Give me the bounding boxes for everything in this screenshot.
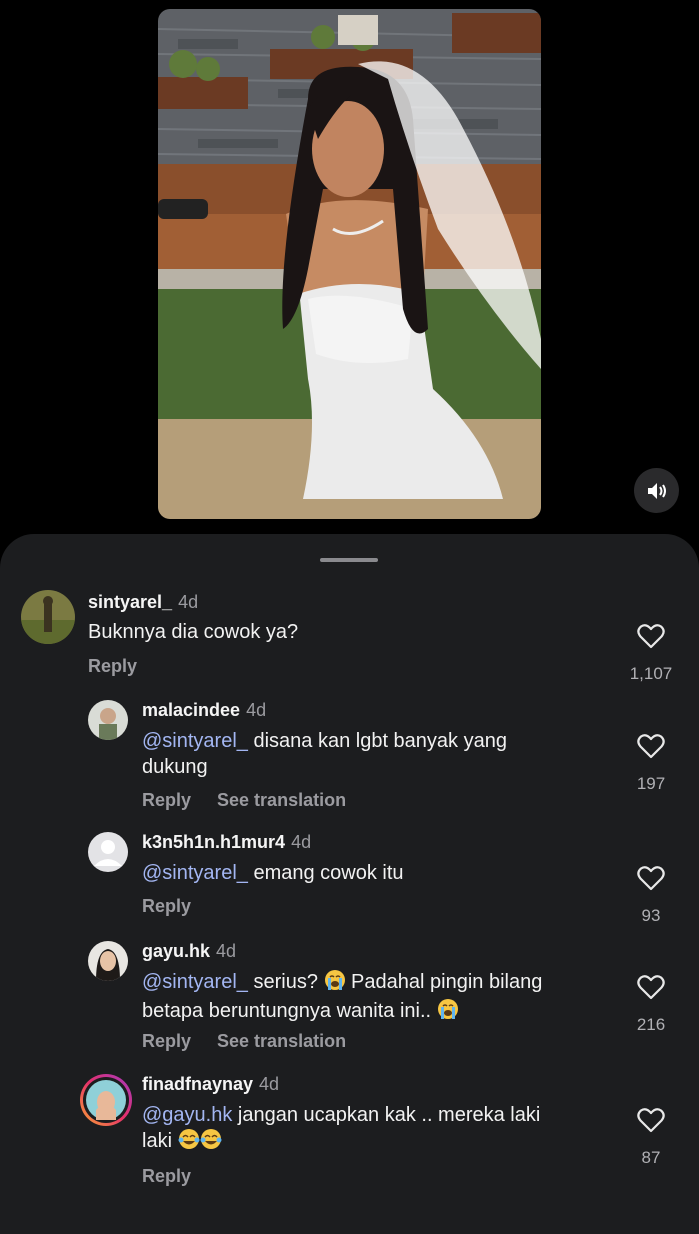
avatar[interactable]	[88, 832, 128, 872]
comment-text: @sintyarel_ emang cowok itu	[142, 860, 632, 886]
like-control: 216	[621, 974, 681, 1035]
heart-outline-icon[interactable]	[637, 865, 665, 891]
comment-header: sintyarel_ 4d	[88, 592, 198, 613]
username[interactable]: malacindee	[142, 700, 240, 720]
avatar[interactable]	[88, 941, 128, 981]
reply-button[interactable]: Reply	[142, 896, 191, 916]
comment-text: Buknnya dia cowok ya?	[88, 619, 578, 645]
see-translation-button[interactable]: See translation	[217, 790, 346, 810]
username[interactable]: k3n5h1n.h1mur4	[142, 832, 285, 852]
comment-body-cont: dukung	[142, 756, 208, 778]
timestamp: 4d	[178, 592, 199, 612]
username[interactable]: finadfnaynay	[142, 1074, 253, 1094]
username[interactable]: sintyarel_	[88, 592, 172, 612]
heart-outline-icon[interactable]	[637, 974, 665, 1000]
heart-outline-icon[interactable]	[637, 1107, 665, 1133]
see-translation-button[interactable]: See translation	[217, 1031, 346, 1051]
comment-body: serius?	[247, 971, 318, 993]
story-avatar[interactable]	[80, 1074, 132, 1126]
comment-header: finadfnaynay 4d	[142, 1074, 279, 1095]
like-control: 197	[621, 733, 681, 794]
username[interactable]: gayu.hk	[142, 941, 210, 961]
like-count: 197	[636, 774, 666, 793]
reply-button[interactable]: Reply	[88, 656, 137, 676]
speaker-muted-icon	[647, 482, 666, 499]
comment-header: k3n5h1n.h1mur4 4d	[142, 832, 311, 853]
avatar[interactable]	[88, 700, 128, 740]
timestamp: 4d	[259, 1074, 280, 1094]
comment-body: Buknnya dia cowok ya?	[88, 621, 299, 643]
face-with-tears-of-joy-icon	[200, 1128, 222, 1157]
mention-link[interactable]: @gayu.hk	[142, 1104, 232, 1126]
like-count: 93	[641, 906, 661, 925]
like-control: 1,107	[621, 623, 681, 684]
comment-text: @gayu.hk jangan ucapkan kak .. mereka la…	[142, 1102, 632, 1157]
comment-actions: Reply	[88, 656, 163, 677]
default-avatar-icon	[94, 840, 122, 866]
loudly-crying-face-icon	[324, 969, 346, 998]
heart-outline-icon[interactable]	[637, 623, 665, 649]
like-control: 93	[621, 865, 681, 926]
comment-actions: Reply	[142, 896, 217, 917]
comment-actions: Reply See translation	[142, 790, 372, 811]
loudly-crying-face-icon	[437, 998, 459, 1027]
comment-text: @sintyarel_ disana kan lgbt banyak yang …	[142, 728, 632, 780]
comment-body-b: Padahal pingin bilang	[345, 971, 543, 993]
comment-body: emang cowok itu	[247, 862, 404, 884]
like-count: 87	[641, 1148, 661, 1167]
comment-text: @sintyarel_ serius? Padahal pingin bilan…	[142, 969, 632, 1027]
mute-button[interactable]	[634, 468, 679, 513]
sheet-grabber[interactable]	[320, 558, 378, 562]
reply-button[interactable]: Reply	[142, 1166, 191, 1186]
avatar[interactable]	[21, 590, 75, 644]
like-count: 216	[636, 1015, 666, 1034]
mention-link[interactable]: @sintyarel_	[142, 730, 248, 752]
reply-button[interactable]: Reply	[142, 1031, 191, 1051]
reply-button[interactable]: Reply	[142, 790, 191, 810]
comment-header: gayu.hk 4d	[142, 941, 236, 962]
comment-actions: Reply	[142, 1166, 217, 1187]
mention-link[interactable]: @sintyarel_	[142, 971, 248, 993]
video-area	[0, 0, 699, 540]
like-control: 87	[621, 1107, 681, 1168]
timestamp: 4d	[216, 941, 237, 961]
like-count: 1,107	[629, 664, 673, 683]
mention-link[interactable]: @sintyarel_	[142, 862, 248, 884]
video-player[interactable]	[158, 9, 541, 519]
timestamp: 4d	[246, 700, 267, 720]
timestamp: 4d	[291, 832, 312, 852]
heart-outline-icon[interactable]	[637, 733, 665, 759]
comment-header: malacindee 4d	[142, 700, 266, 721]
comments-sheet: sintyarel_ 4d Buknnya dia cowok ya? Reply…	[0, 534, 699, 1234]
face-with-tears-of-joy-icon	[178, 1128, 200, 1157]
comment-actions: Reply See translation	[142, 1031, 372, 1052]
comment-body: jangan ucapkan kak .. mereka laki	[232, 1104, 541, 1126]
comment-body-cont: betapa beruntungnya wanita ini..	[142, 1000, 437, 1022]
comment-body: disana kan lgbt banyak yang	[247, 730, 507, 752]
comment-body-cont: laki	[142, 1130, 178, 1152]
